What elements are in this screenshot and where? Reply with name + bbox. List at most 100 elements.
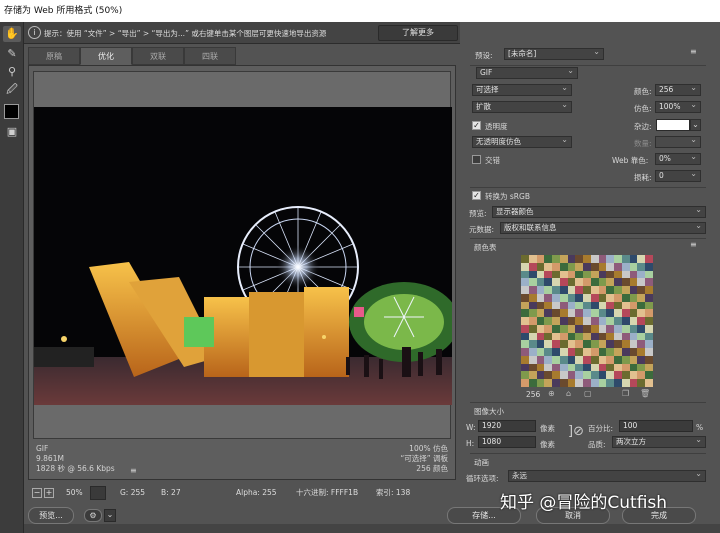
color-swatch[interactable] [536, 301, 545, 310]
color-swatch[interactable] [567, 317, 576, 325]
color-swatch[interactable] [552, 324, 560, 333]
color-swatch[interactable] [598, 286, 607, 294]
color-swatch[interactable] [621, 278, 630, 287]
color-swatch[interactable] [559, 324, 568, 333]
color-swatch[interactable] [559, 301, 568, 310]
color-swatch[interactable] [552, 262, 560, 271]
color-swatch[interactable] [528, 324, 537, 333]
color-swatch[interactable] [637, 278, 646, 287]
color-swatch[interactable] [528, 262, 537, 271]
matte-color-swatch[interactable] [656, 119, 690, 131]
color-swatch[interactable] [583, 340, 591, 349]
preset-menu-icon[interactable]: ≡ [690, 47, 697, 56]
color-swatch[interactable] [606, 293, 615, 302]
color-swatch[interactable] [629, 371, 638, 380]
preview-button[interactable]: 预览... [28, 507, 74, 524]
eyedropper-color-swatch[interactable] [4, 104, 19, 119]
color-swatch[interactable] [614, 332, 622, 341]
color-swatch[interactable] [567, 348, 576, 356]
color-swatch[interactable] [590, 340, 599, 349]
color-swatch[interactable] [575, 340, 584, 349]
color-swatch[interactable] [552, 355, 560, 364]
color-swatch[interactable] [645, 317, 653, 325]
color-swatch[interactable] [590, 348, 599, 356]
color-swatch[interactable] [606, 355, 615, 364]
color-swatch[interactable] [575, 363, 584, 372]
color-swatch[interactable] [536, 363, 545, 372]
color-swatch[interactable] [559, 363, 568, 372]
color-swatch[interactable] [590, 309, 599, 318]
color-swatch[interactable] [590, 363, 599, 372]
color-swatch[interactable] [606, 301, 615, 310]
color-swatch[interactable] [606, 286, 615, 294]
color-swatch[interactable] [528, 317, 537, 325]
color-swatch[interactable] [567, 363, 576, 372]
color-swatch[interactable] [606, 379, 615, 387]
color-swatch[interactable] [590, 355, 599, 364]
color-swatch[interactable] [637, 363, 646, 372]
lock-color-icon[interactable]: ⌂ [566, 389, 571, 398]
matte-dropdown-icon[interactable]: ⌄ [690, 119, 701, 131]
color-swatch[interactable] [590, 293, 599, 302]
color-swatch[interactable] [559, 340, 568, 349]
color-swatch[interactable] [575, 301, 584, 310]
color-swatch[interactable] [645, 293, 653, 302]
color-swatch[interactable] [536, 332, 545, 341]
color-swatch[interactable] [614, 371, 622, 380]
color-swatch[interactable] [583, 270, 591, 279]
color-swatch[interactable] [606, 255, 615, 263]
color-swatch[interactable] [637, 255, 646, 263]
color-swatch[interactable] [598, 262, 607, 271]
color-swatch[interactable] [544, 301, 553, 310]
color-swatch[interactable] [621, 324, 630, 333]
color-swatch[interactable] [559, 348, 568, 356]
color-swatch[interactable] [590, 286, 599, 294]
color-swatch[interactable] [629, 348, 638, 356]
color-swatch[interactable] [521, 255, 529, 263]
color-swatch[interactable] [536, 371, 545, 380]
color-swatch[interactable] [621, 309, 630, 318]
color-swatch[interactable] [606, 363, 615, 372]
color-swatch[interactable] [614, 340, 622, 349]
color-swatch[interactable] [598, 317, 607, 325]
toggle-slices-icon[interactable]: ▣ [3, 124, 21, 140]
color-swatch[interactable] [544, 278, 553, 287]
zoom-level[interactable]: 50% [66, 485, 83, 501]
color-swatch[interactable] [567, 293, 576, 302]
color-swatch[interactable] [590, 270, 599, 279]
color-swatch[interactable] [606, 371, 615, 380]
color-swatch[interactable] [621, 363, 630, 372]
color-swatch[interactable] [528, 340, 537, 349]
color-swatch[interactable] [606, 278, 615, 287]
color-swatch[interactable] [590, 379, 599, 387]
color-swatch[interactable] [552, 286, 560, 294]
color-swatch[interactable] [637, 340, 646, 349]
color-swatch[interactable] [606, 309, 615, 318]
color-swatch[interactable] [521, 309, 529, 318]
tab-2-up[interactable]: 双联 [132, 47, 184, 65]
color-swatch[interactable] [536, 286, 545, 294]
color-swatch[interactable] [536, 270, 545, 279]
color-swatch[interactable] [629, 332, 638, 341]
color-swatch[interactable] [567, 340, 576, 349]
format-select[interactable]: GIF [476, 66, 578, 79]
dither-algorithm-select[interactable]: 扩散 [472, 100, 572, 113]
color-swatch[interactable] [629, 301, 638, 310]
color-swatch[interactable] [544, 340, 553, 349]
color-swatch[interactable] [645, 348, 653, 356]
color-swatch[interactable] [575, 278, 584, 287]
color-swatch[interactable] [614, 262, 622, 271]
color-table-grid[interactable] [521, 255, 653, 387]
color-swatch[interactable] [567, 355, 576, 364]
web-snap-select[interactable]: 0% [655, 152, 701, 165]
color-swatch[interactable] [583, 278, 591, 287]
color-swatch[interactable] [536, 317, 545, 325]
color-swatch[interactable] [544, 255, 553, 263]
color-swatch[interactable] [575, 309, 584, 318]
color-swatch[interactable] [621, 355, 630, 364]
color-swatch[interactable] [536, 379, 545, 387]
convert-srgb-checkbox[interactable]: ✓ [472, 191, 481, 200]
color-swatch[interactable] [567, 332, 576, 341]
color-swatch[interactable] [637, 348, 646, 356]
color-swatch[interactable] [606, 317, 615, 325]
